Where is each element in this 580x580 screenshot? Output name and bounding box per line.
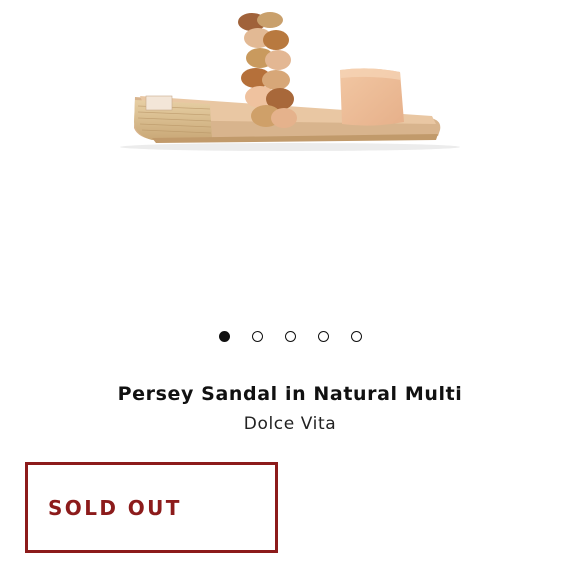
- carousel-dot[interactable]: [350, 331, 362, 342]
- carousel-dot[interactable]: [218, 331, 230, 342]
- sandal-image: [120, 12, 460, 151]
- product-listing: Persey Sandal in Natural Multi Dolce Vit…: [0, 0, 580, 580]
- carousel-dot[interactable]: [284, 331, 296, 342]
- product-title: Persey Sandal in Natural Multi: [117, 383, 463, 405]
- sold-out-label: SOLD OUT: [48, 495, 182, 520]
- carousel-dot[interactable]: [317, 331, 329, 342]
- sold-out-button[interactable]: SOLD OUT: [25, 462, 278, 553]
- product-brand[interactable]: Dolce Vita: [0, 414, 580, 434]
- product-image[interactable]: [60, 0, 520, 240]
- carousel-dots: [0, 331, 580, 342]
- carousel-dot[interactable]: [251, 331, 263, 342]
